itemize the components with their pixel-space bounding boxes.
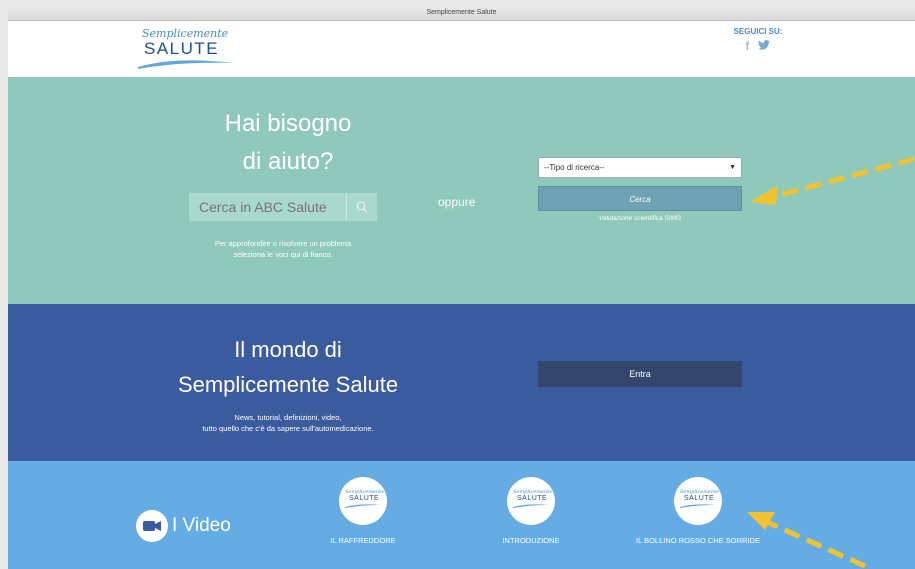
world-title: Il mondo di Semplicemente Salute: [153, 332, 423, 402]
search-type-select[interactable]: --Tipo di ricerca-- ▼: [538, 157, 742, 178]
search-box: [189, 193, 377, 221]
world-title-line1: Il mondo di: [234, 337, 342, 362]
social-follow: SEGUICI SU: f: [728, 27, 788, 53]
search-icon: [356, 201, 368, 213]
world-subtitle: News, tutorial, definizioni, video, tutt…: [153, 412, 423, 434]
browser-window: Semplicemente Salute Semplicemente SALUT…: [8, 6, 915, 569]
annotation-arrow-icon: [750, 156, 915, 205]
help-title-line2: di aiuto?: [242, 148, 334, 175]
twitter-icon[interactable]: [758, 39, 771, 53]
video-item-raffreddore[interactable]: Semplicemente SALUTE IL RAFFREDDORE: [298, 477, 428, 546]
world-section: Il mondo di Semplicemente Salute News, t…: [8, 304, 915, 461]
search-input[interactable]: [189, 193, 344, 221]
validation-note: Validazione scientifica SIMG: [598, 215, 682, 222]
videos-heading-text: I Video: [172, 515, 231, 536]
video-title[interactable]: INTRODUZIONE: [466, 535, 596, 546]
thumb-main-text: SALUTE: [349, 495, 380, 502]
help-note-line1: Per approfondire o risolvere un problema: [214, 239, 352, 248]
oppure-label: oppure: [438, 195, 476, 209]
enter-button[interactable]: Entra: [538, 361, 742, 387]
site-header: Semplicemente SALUTE SEGUICI SU: f: [8, 21, 915, 77]
follow-label: SEGUICI SU:: [733, 27, 783, 36]
search-button[interactable]: [346, 193, 377, 221]
videos-heading: I Video: [136, 510, 231, 542]
video-item-bollino-rosso[interactable]: Semplicemente SALUTE IL BOLLINO ROSSO CH…: [633, 477, 763, 546]
world-sub-line2: tutto quello che c'è da sapere sull'auto…: [202, 424, 374, 433]
video-camera-icon: [136, 510, 168, 542]
logo-swoosh-icon: [680, 504, 716, 508]
video-thumbnail[interactable]: Semplicemente SALUTE: [674, 477, 722, 525]
annotation-arrow-icon: [747, 512, 867, 569]
video-item-introduzione[interactable]: Semplicemente SALUTE INTRODUZIONE: [466, 477, 596, 546]
logo-main-text: SALUTE: [144, 39, 220, 58]
video-thumbnail[interactable]: Semplicemente SALUTE: [507, 477, 555, 525]
world-title-line2: Semplicemente Salute: [177, 372, 399, 397]
help-title: Hai bisogno di aiuto?: [178, 105, 398, 181]
facebook-icon[interactable]: f: [746, 39, 749, 53]
video-title[interactable]: IL BOLLINO ROSSO CHE SORRIDE: [633, 535, 763, 546]
video-thumbnail[interactable]: Semplicemente SALUTE: [339, 477, 387, 525]
help-note-line2: seleziona le voci qui di fianco.: [233, 250, 333, 259]
help-title-line1: Hai bisogno: [224, 110, 352, 137]
thumb-main-text: SALUTE: [517, 495, 548, 502]
social-icons: f: [728, 39, 788, 53]
logo-swoosh-icon: [138, 60, 234, 69]
window-title: Semplicemente Salute: [8, 6, 915, 21]
cerca-button[interactable]: Cerca: [538, 186, 742, 211]
help-note: Per approfondire o risolvere un problema…: [178, 238, 388, 260]
logo-swoosh-icon: [513, 504, 549, 508]
logo-swoosh-icon: [345, 504, 381, 508]
site-logo[interactable]: Semplicemente SALUTE: [136, 27, 236, 73]
select-value: --Tipo di ricerca--: [544, 163, 605, 172]
world-sub-line1: News, tutorial, definizioni, video,: [234, 413, 342, 422]
video-title[interactable]: IL RAFFREDDORE: [298, 535, 428, 546]
thumb-main-text: SALUTE: [684, 495, 715, 502]
chevron-down-icon: ▼: [729, 164, 736, 171]
